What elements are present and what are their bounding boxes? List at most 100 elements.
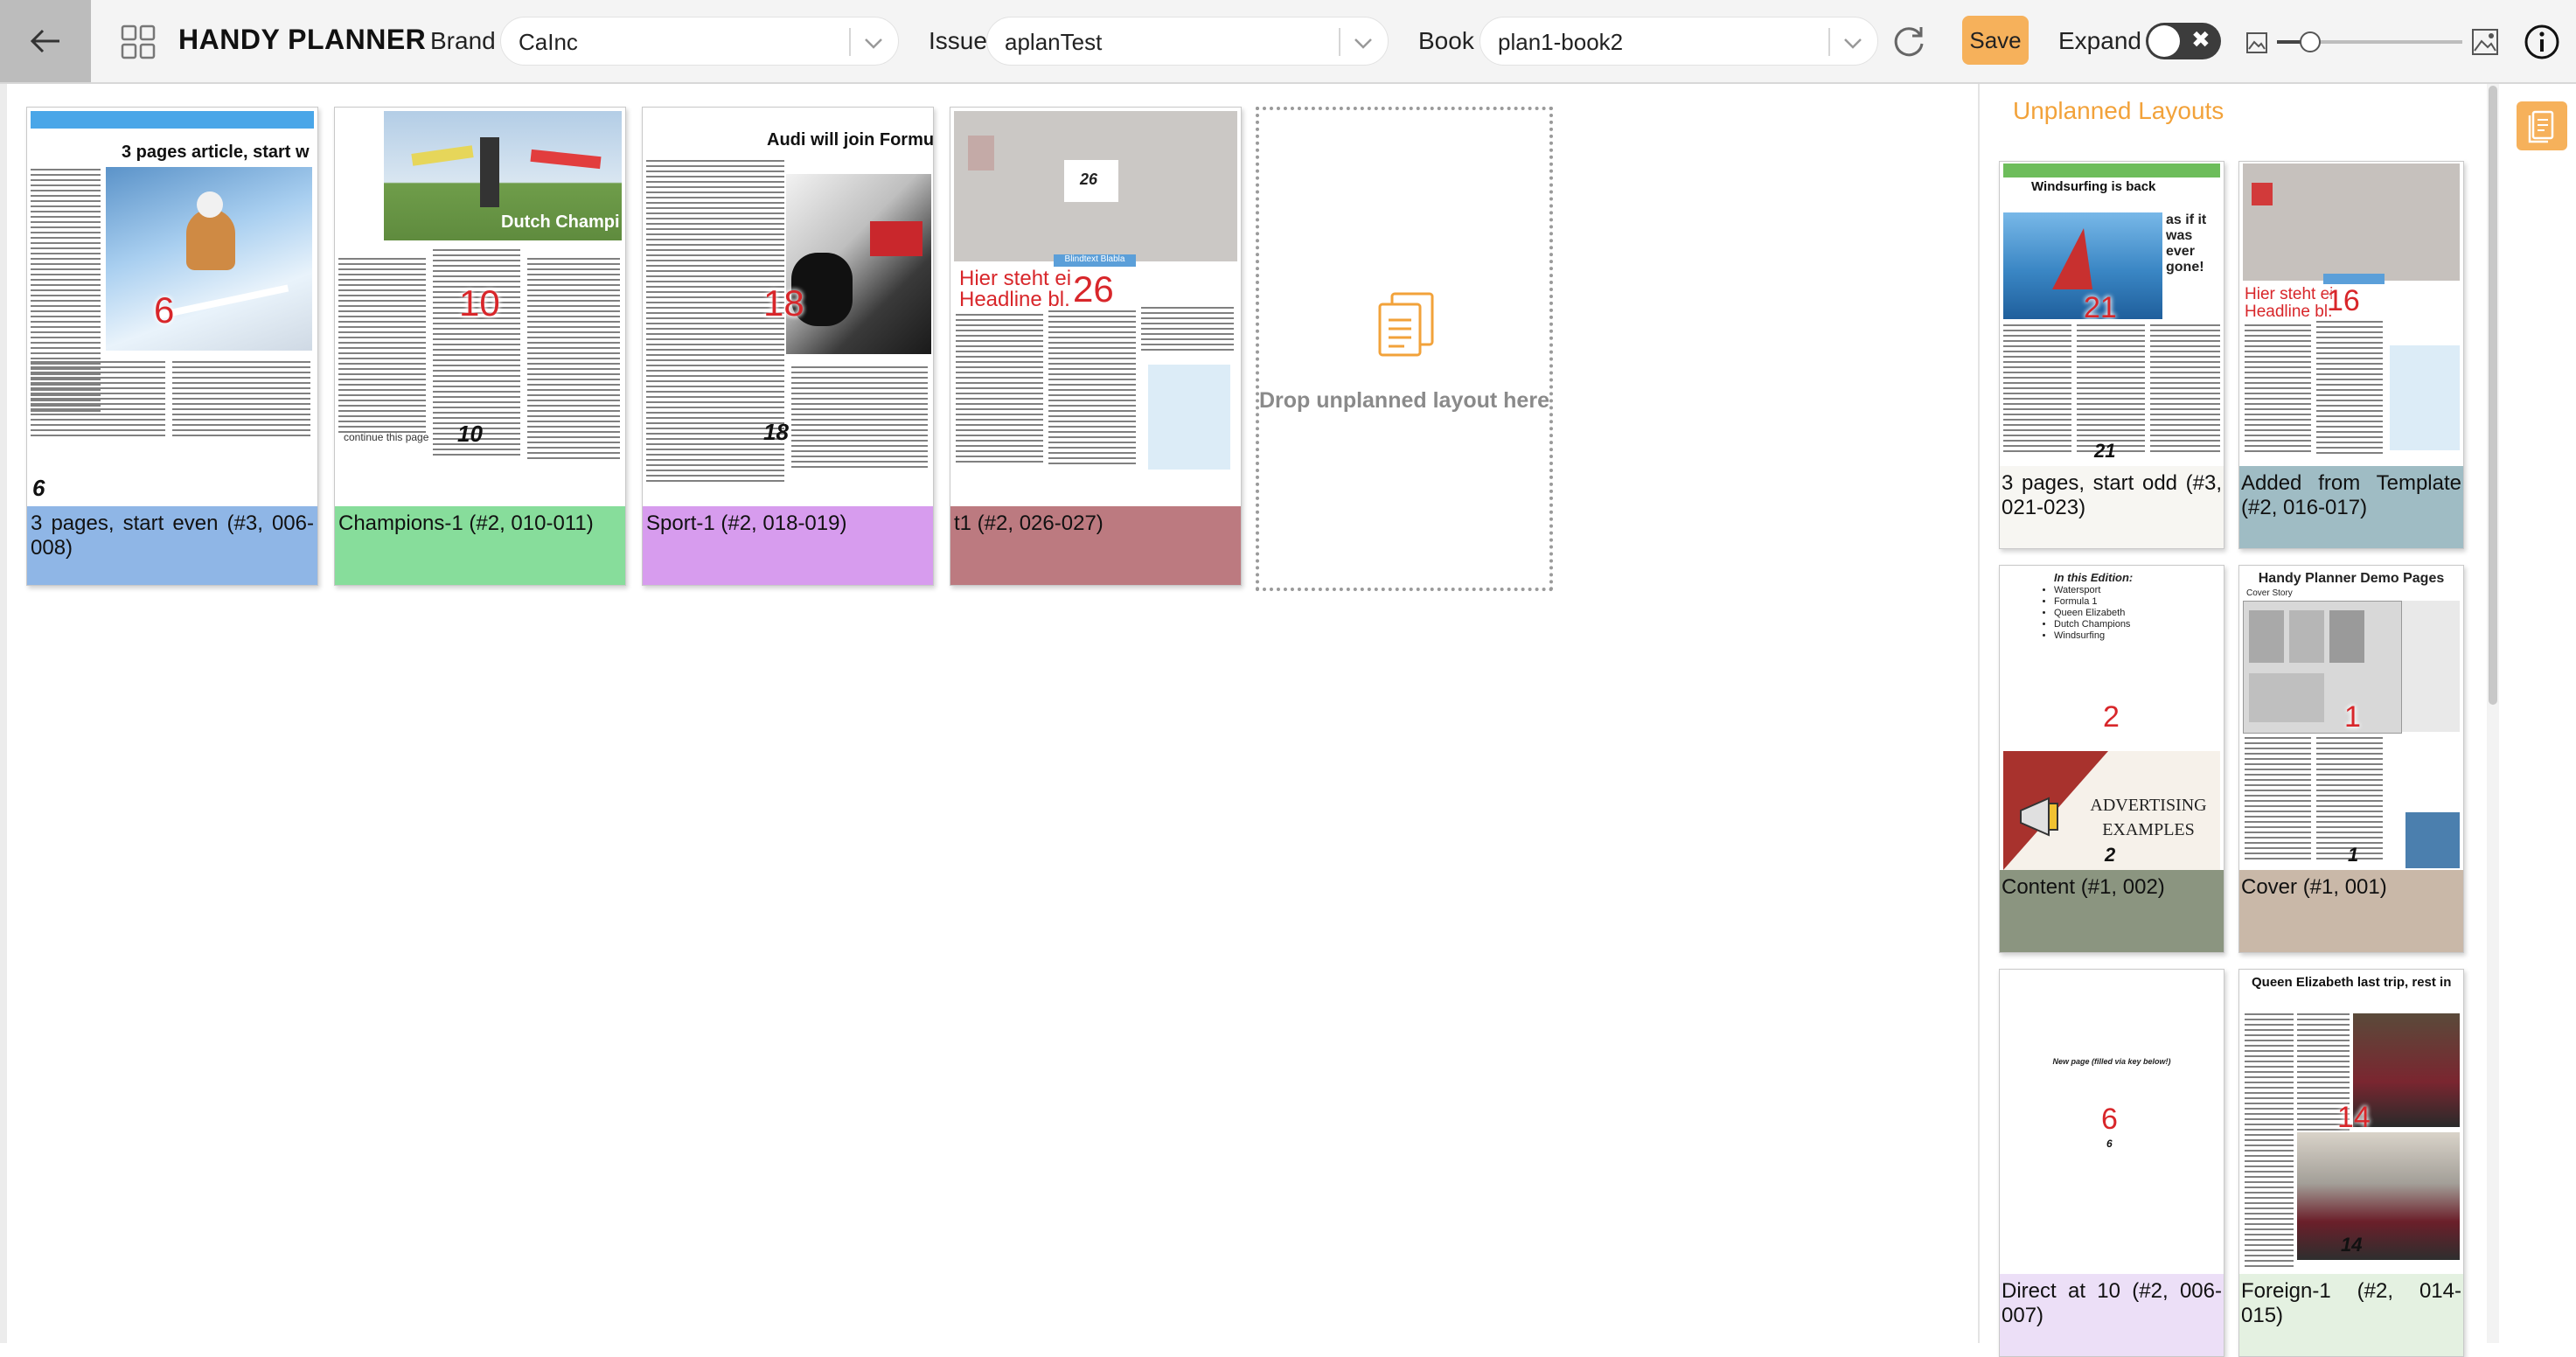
unplanned-layout-card[interactable]: In this Edition: Watersport Formula 1 Qu…: [1999, 565, 2224, 953]
layout-page-number: 16: [2327, 284, 2360, 317]
copy-pages-icon: [1378, 292, 1434, 357]
select-separator: [1828, 28, 1830, 56]
page-headline: 3 pages article, start w: [122, 143, 310, 162]
list-item: Dutch Champions: [2054, 619, 2130, 630]
contents-list: Watersport Formula 1 Queen Elizabeth Dut…: [2036, 585, 2130, 642]
unplanned-layout-card[interactable]: New page (filled via key below!) 6 6 Dir…: [1999, 969, 2224, 1357]
page-card-label: t1 (#2, 026-027): [950, 506, 1241, 585]
layout-page-number: 14: [2337, 1101, 2371, 1134]
megaphone-icon: [2020, 797, 2058, 837]
page-card[interactable]: Dutch Champi continue this page 10 10 Ch…: [334, 107, 626, 586]
list-item: Windsurfing: [2054, 630, 2130, 642]
kicker-bar: [2323, 274, 2385, 284]
screenshot-thumbnail: [2243, 601, 2402, 734]
page-card[interactable]: 26 Blindtext Blabla Hier steht ei Headli…: [950, 107, 1242, 586]
expand-label: Expand: [2058, 27, 2141, 54]
text-column: [791, 366, 928, 471]
book-label: Book: [1418, 27, 1474, 54]
layout-page-number: 21: [2084, 291, 2117, 324]
brand-label: Brand: [430, 27, 496, 54]
headline-line: Headline bl.: [959, 288, 1070, 311]
layout-card-label: Added from Template (#2, 016-017): [2239, 466, 2463, 548]
text-column: [1048, 310, 1136, 468]
close-icon: ✖: [2191, 26, 2210, 52]
layout-folio: 1: [2348, 844, 2359, 866]
logo-mark: [2252, 183, 2273, 205]
page-number: 10: [459, 282, 500, 324]
list-item: Queen Elizabeth: [2054, 608, 2130, 619]
back-arrow-icon: [30, 29, 59, 53]
text-column: [2245, 737, 2311, 859]
top-toolbar: HANDY PLANNER Brand CaInc Issue aplanTes…: [0, 0, 2576, 84]
layout-card-label: Content (#1, 002): [2000, 870, 2224, 952]
page-folio: 10: [457, 421, 483, 447]
text-column: [31, 361, 165, 440]
text-column: [2077, 324, 2145, 456]
expand-toggle[interactable]: ✖: [2146, 23, 2221, 59]
layout-headline: Queen Elizabeth last trip, rest in: [2252, 975, 2452, 990]
layout-page-number: 1: [2344, 700, 2361, 734]
page-headline: Hier steht ei Headline bl.: [959, 268, 1071, 310]
color-bar: [31, 111, 314, 129]
page-number: 6: [154, 289, 175, 331]
layout-headline: Windsurfing is back: [2031, 179, 2156, 194]
zoom-slider[interactable]: [2277, 31, 2462, 52]
layout-card-label: 3 pages, start odd (#3, 021-023): [2000, 466, 2224, 548]
text-column: [527, 258, 620, 459]
info-box: [1148, 365, 1230, 470]
text-column: [1141, 307, 1234, 351]
text-column: [956, 314, 1043, 463]
unplanned-layout-card[interactable]: Handy Planner Demo Pages Cover Story 1 1…: [2238, 565, 2464, 953]
book-value: plan1-book2: [1498, 29, 1624, 55]
page-headline: Audi will join Formu: [767, 130, 934, 150]
book-select[interactable]: plan1-book2: [1479, 17, 1878, 66]
layout-note: New page (filled via key below!): [2052, 1057, 2171, 1066]
unplanned-layout-card[interactable]: Hier steht ei Headline bl. 16 Added from…: [2238, 161, 2464, 549]
brand-select[interactable]: CaInc: [500, 17, 899, 66]
cover-photo: [2405, 812, 2460, 868]
text-column: [2245, 324, 2311, 456]
page-card[interactable]: Audi will join Formu 18 18 Sport-1 (#2, …: [642, 107, 934, 586]
page-number: 18: [763, 282, 804, 324]
side-panel-tab[interactable]: [2517, 101, 2567, 150]
layout-card-label: Cover (#1, 001): [2239, 870, 2463, 952]
drop-zone[interactable]: Drop unplanned layout here: [1256, 107, 1553, 591]
kicker: Blindtext Blabla: [1054, 254, 1136, 267]
image-large-icon[interactable]: [2471, 28, 2499, 56]
refresh-icon[interactable]: [1890, 23, 1927, 59]
zoom-thumb[interactable]: [2300, 31, 2321, 52]
text-column: [2245, 1013, 2294, 1267]
photo-caption: Dutch Champi: [501, 212, 620, 232]
panel-scrollbar-thumb[interactable]: [2489, 86, 2497, 705]
text-column: [338, 258, 426, 433]
race-car-photo: [786, 174, 931, 354]
chevron-down-icon[interactable]: [1842, 32, 1863, 53]
cover-heading: Handy Planner Demo Pages: [2258, 571, 2445, 586]
issue-value: aplanTest: [1005, 29, 1103, 55]
header-image: [2243, 164, 2460, 281]
layout-folio: 14: [2341, 1234, 2363, 1256]
image-small-icon[interactable]: [2245, 31, 2268, 54]
chevron-down-icon[interactable]: [863, 32, 884, 53]
select-separator: [849, 28, 851, 56]
page-folio: 18: [763, 419, 789, 445]
info-box: [2390, 345, 2460, 450]
save-button[interactable]: Save: [1962, 16, 2029, 65]
back-button[interactable]: [0, 0, 91, 82]
page-card[interactable]: 3 pages article, start w 6 6 3 pages, st…: [26, 107, 318, 586]
contents-heading: In this Edition:: [2054, 571, 2134, 584]
unplanned-layout-card[interactable]: Queen Elizabeth last trip, rest in 14 14…: [2238, 969, 2464, 1357]
apps-grid-icon[interactable]: [121, 24, 156, 59]
unplanned-layout-card[interactable]: Windsurfing is back as if it was ever go…: [1999, 161, 2224, 549]
headline-line: Headline bl.: [2245, 303, 2333, 321]
left-strip: [0, 84, 7, 1343]
layout-card-label: Direct at 10 (#2, 006-007): [2000, 1274, 2224, 1356]
chevron-down-icon[interactable]: [1353, 32, 1374, 53]
toggle-knob: [2148, 25, 2180, 57]
brand-value: CaInc: [519, 29, 578, 55]
issue-select[interactable]: aplanTest: [986, 17, 1389, 66]
info-icon[interactable]: [2524, 24, 2560, 60]
layout-subline: as if it was ever gone!: [2166, 212, 2207, 275]
app-title: HANDY PLANNER: [178, 24, 427, 55]
text-column: [2316, 737, 2383, 859]
